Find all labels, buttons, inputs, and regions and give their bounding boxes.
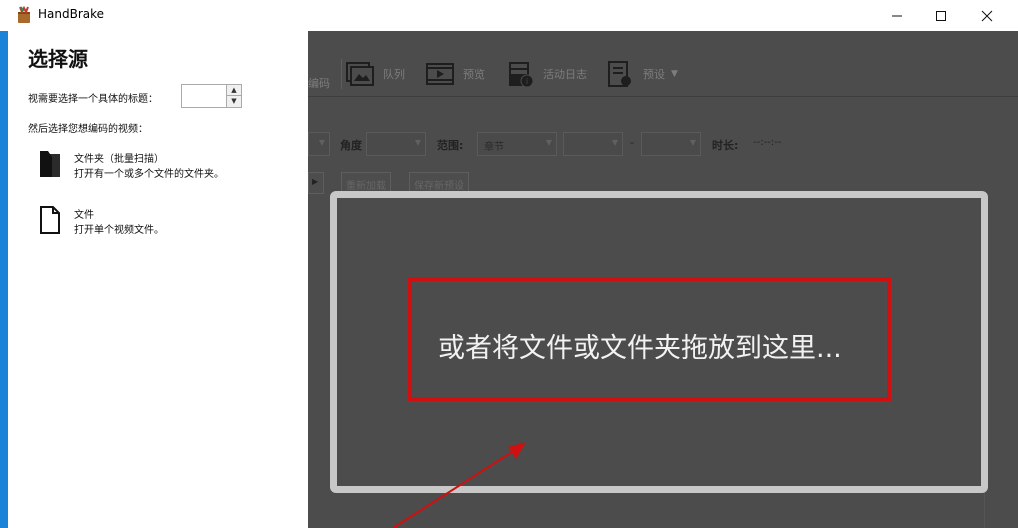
title-bar: HandBrake	[0, 0, 1018, 31]
window-left-edge	[0, 31, 8, 528]
close-button[interactable]	[964, 0, 1010, 31]
spinner-up-button[interactable]: ▲	[226, 85, 241, 96]
handbrake-window: HandBrake 选择源 视需要选择一个具体的标题： ▲ ▼ 然后选择您想编码…	[0, 0, 1018, 528]
open-file-option[interactable]: 文件 打开单个视频文件。	[38, 203, 268, 243]
open-folder-option[interactable]: 文件夹（批量扫描） 打开有一个或多个文件的文件夹。	[38, 147, 268, 187]
file-option-description: 打开单个视频文件。	[74, 225, 164, 236]
title-spinner[interactable]: ▲ ▼	[181, 84, 242, 108]
minimize-button[interactable]	[874, 0, 920, 31]
close-icon	[981, 10, 993, 21]
video-select-prompt: 然后选择您想编码的视频：	[28, 124, 148, 135]
file-icon	[40, 206, 60, 234]
folder-icon	[40, 151, 60, 177]
annotation-arrow	[392, 442, 526, 528]
maximize-icon	[936, 10, 946, 21]
file-option-title: 文件	[74, 210, 94, 221]
spinner-down-button[interactable]: ▼	[226, 96, 241, 107]
source-panel-heading: 选择源	[28, 47, 88, 71]
folder-option-title: 文件夹（批量扫描）	[74, 154, 164, 165]
main-content-area: 编码 队列 预览 i 活动日志 预设 ▼ ▼ 角度 ▼ 范围: 章节 ▼ ▼ -…	[308, 31, 1018, 528]
minimize-icon	[892, 15, 902, 16]
folder-option-description: 打开有一个或多个文件的文件夹。	[74, 169, 224, 180]
maximize-button[interactable]	[918, 0, 964, 31]
handbrake-app-icon	[18, 6, 30, 23]
source-selection-panel: 选择源 视需要选择一个具体的标题： ▲ ▼ 然后选择您想编码的视频： 文件夹（批…	[8, 31, 308, 528]
title-select-prompt: 视需要选择一个具体的标题：	[28, 94, 158, 105]
window-title: HandBrake	[38, 7, 105, 21]
